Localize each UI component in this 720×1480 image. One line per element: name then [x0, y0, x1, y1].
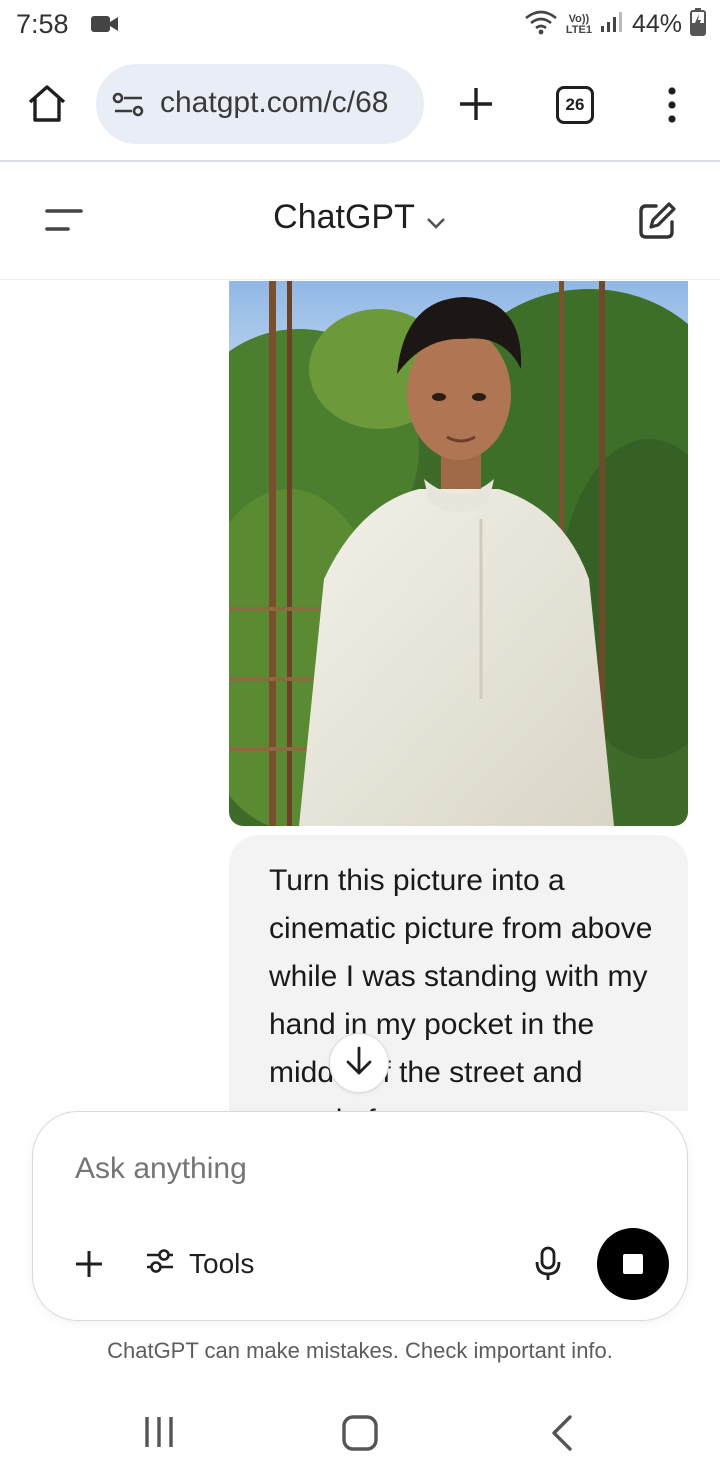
chevron-down-icon — [425, 200, 447, 239]
site-settings-icon[interactable] — [112, 92, 146, 123]
status-time: 7:58 — [16, 9, 69, 39]
more-vert-icon[interactable] — [662, 86, 682, 131]
status-bar: 7:58 Vo)) LTE1 44% — [0, 0, 720, 50]
prompt-input[interactable] — [75, 1152, 635, 1186]
scroll-to-bottom-button[interactable] — [329, 1033, 389, 1093]
model-selector[interactable]: ChatGPT — [0, 198, 720, 239]
signal-icon — [600, 10, 624, 39]
new-chat-icon[interactable] — [636, 200, 678, 247]
plus-icon[interactable] — [458, 86, 494, 127]
tools-button[interactable]: Tools — [145, 1246, 254, 1281]
home-icon[interactable] — [26, 84, 68, 129]
user-message-bubble: Turn this picture into a cinematic pictu… — [229, 835, 688, 1111]
battery-percent: 44% — [631, 10, 682, 38]
network-label-bottom: LTE1 — [565, 23, 592, 36]
composer: Tools — [32, 1111, 688, 1321]
tab-switcher-icon[interactable]: 26 — [556, 86, 594, 124]
network-indicator: Vo)) LTE1 — [565, 13, 592, 36]
arrow-down-icon — [344, 1045, 374, 1082]
nav-home-icon[interactable] — [341, 1414, 379, 1457]
recents-icon[interactable] — [142, 1414, 178, 1455]
url-text[interactable]: chatgpt.com/c/68 — [160, 86, 410, 120]
tools-sliders-icon — [145, 1246, 175, 1281]
system-nav-bar — [0, 1400, 720, 1480]
user-message-text: Turn this picture into a cinematic pictu… — [269, 864, 653, 1111]
stop-button[interactable] — [597, 1228, 669, 1300]
page-title: ChatGPT — [273, 198, 415, 236]
chat-area: Turn this picture into a cinematic pictu… — [0, 281, 720, 1111]
add-attachment-icon[interactable] — [73, 1248, 105, 1285]
address-bar[interactable]: chatgpt.com/c/68 — [96, 64, 424, 144]
tools-label: Tools — [189, 1247, 255, 1279]
mic-icon[interactable] — [533, 1246, 563, 1287]
browser-toolbar: chatgpt.com/c/68 26 — [0, 58, 720, 162]
app-header: ChatGPT — [0, 162, 720, 280]
stop-icon — [623, 1254, 643, 1274]
battery-icon — [690, 8, 706, 41]
uploaded-photo[interactable] — [229, 281, 688, 826]
disclaimer-text: ChatGPT can make mistakes. Check importa… — [107, 1338, 613, 1363]
video-camera-icon — [90, 14, 120, 39]
wifi-icon — [524, 9, 558, 40]
back-icon[interactable] — [548, 1414, 576, 1457]
